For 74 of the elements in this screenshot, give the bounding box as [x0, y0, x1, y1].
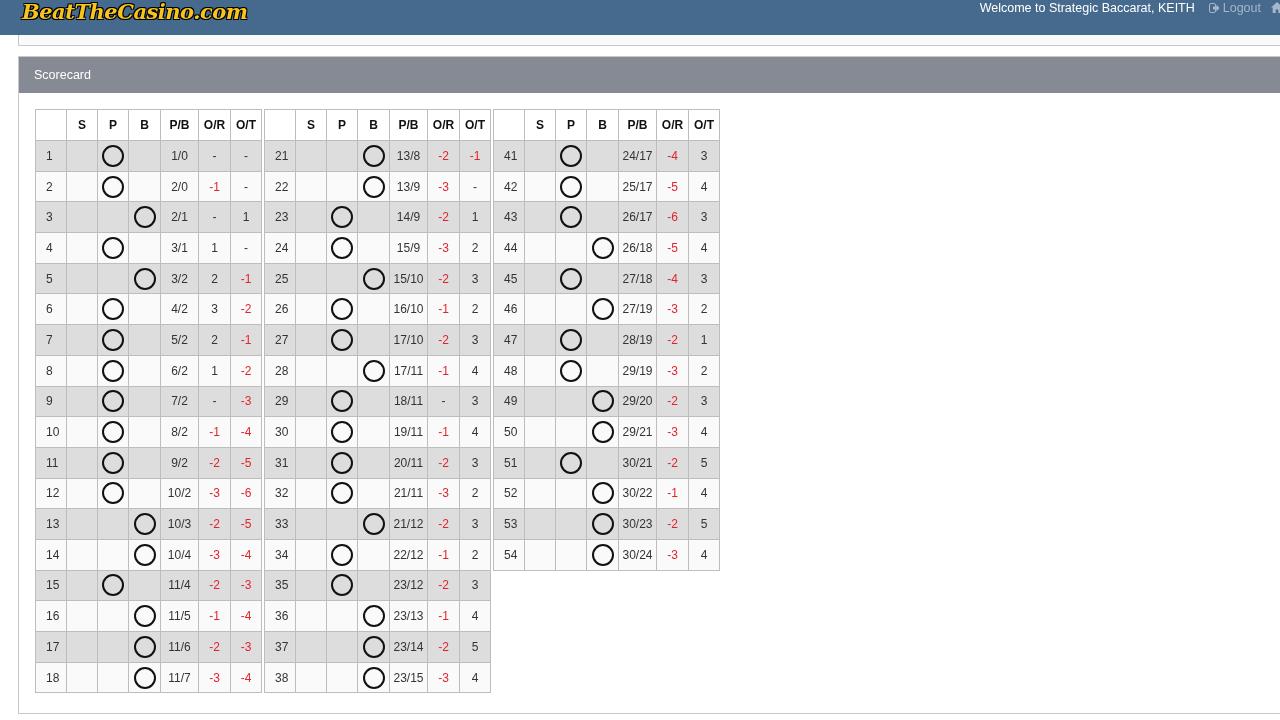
table-cell: 32: [264, 478, 296, 509]
table-cell: 49: [493, 386, 525, 417]
column-header: S: [295, 109, 327, 141]
welcome-text: Welcome to Strategic Baccarat, KEITH: [979, 0, 1195, 15]
column-header: O/R: [198, 109, 231, 141]
table-cell: 12: [35, 478, 67, 509]
table-cell: 6: [35, 293, 67, 325]
table-cell: 38: [264, 662, 296, 693]
column-header: P: [326, 109, 358, 141]
table-cell: 52: [493, 478, 525, 509]
table-cell: 48: [493, 355, 525, 386]
table-cell: 27: [264, 324, 296, 356]
table-cell: 18: [35, 662, 67, 693]
column-header: O/R: [427, 109, 460, 141]
column-header: B: [128, 109, 161, 141]
column-header: O/T: [459, 109, 491, 141]
table-cell: 14: [35, 539, 67, 571]
table-cell: 17: [35, 631, 67, 663]
column-header: S: [524, 109, 556, 141]
table-cell: 46: [493, 293, 525, 325]
column-header: O/T: [230, 109, 262, 141]
table-cell: 7: [35, 324, 67, 356]
table-cell: 26: [264, 293, 296, 325]
site-logo[interactable]: BeatTheCasino.com: [22, 0, 248, 24]
table-cell: 28: [264, 355, 296, 386]
table-cell: 43: [493, 201, 525, 233]
table-cell: 25: [264, 263, 296, 294]
table-cell: 33: [264, 508, 296, 540]
column-header: P/B: [389, 109, 428, 141]
table-cell: 24: [264, 232, 296, 264]
table-cell: 31: [264, 447, 296, 479]
column-header: P: [97, 109, 129, 141]
table-cell: 45: [493, 263, 525, 294]
table-cell: 21: [264, 140, 296, 172]
table-cell: 44: [493, 232, 525, 264]
table-cell: 1: [35, 140, 67, 172]
column-header: B: [357, 109, 390, 141]
table-cell: 41: [493, 140, 525, 172]
table-cell: 22: [264, 171, 296, 202]
table-cell: 47: [493, 324, 525, 356]
column-header: P/B: [160, 109, 199, 141]
column-header: B: [586, 109, 619, 141]
table-cell: 30: [264, 416, 296, 448]
column-header: O/T: [688, 109, 720, 141]
table-cell: 51: [493, 447, 525, 479]
table-cell: 54: [493, 539, 525, 571]
table-cell: 34: [264, 539, 296, 571]
column-header: O/R: [656, 109, 689, 141]
panel-title: Scorecard: [34, 68, 91, 82]
table-cell: 10: [35, 416, 67, 448]
table-cell: 13: [35, 508, 67, 540]
table-cell: 9: [35, 386, 67, 417]
table-cell: 50: [493, 416, 525, 448]
table-cell: 5: [35, 263, 67, 294]
column-header: P/B: [618, 109, 657, 141]
table-cell: 3: [35, 201, 67, 233]
sign-out-icon: [1208, 2, 1220, 13]
column-header: P: [555, 109, 587, 141]
table-cell: 42: [493, 171, 525, 202]
table-cell: 29: [264, 386, 296, 417]
table-cell: 11: [35, 447, 67, 479]
table-cell: 16: [35, 600, 67, 632]
table-cell: 35: [264, 570, 296, 601]
logout-link[interactable]: Logout: [1208, 0, 1261, 15]
table-cell: 36: [264, 600, 296, 632]
table-cell: 23: [264, 201, 296, 233]
column-header: S: [66, 109, 98, 141]
table-cell: 2: [35, 171, 67, 202]
table-cell: 15: [35, 570, 67, 601]
home-icon[interactable]: [1271, 2, 1280, 13]
table-cell: 37: [264, 631, 296, 663]
table-cell: 53: [493, 508, 525, 540]
table-cell: 8: [35, 355, 67, 386]
table-cell: 4: [35, 232, 67, 264]
